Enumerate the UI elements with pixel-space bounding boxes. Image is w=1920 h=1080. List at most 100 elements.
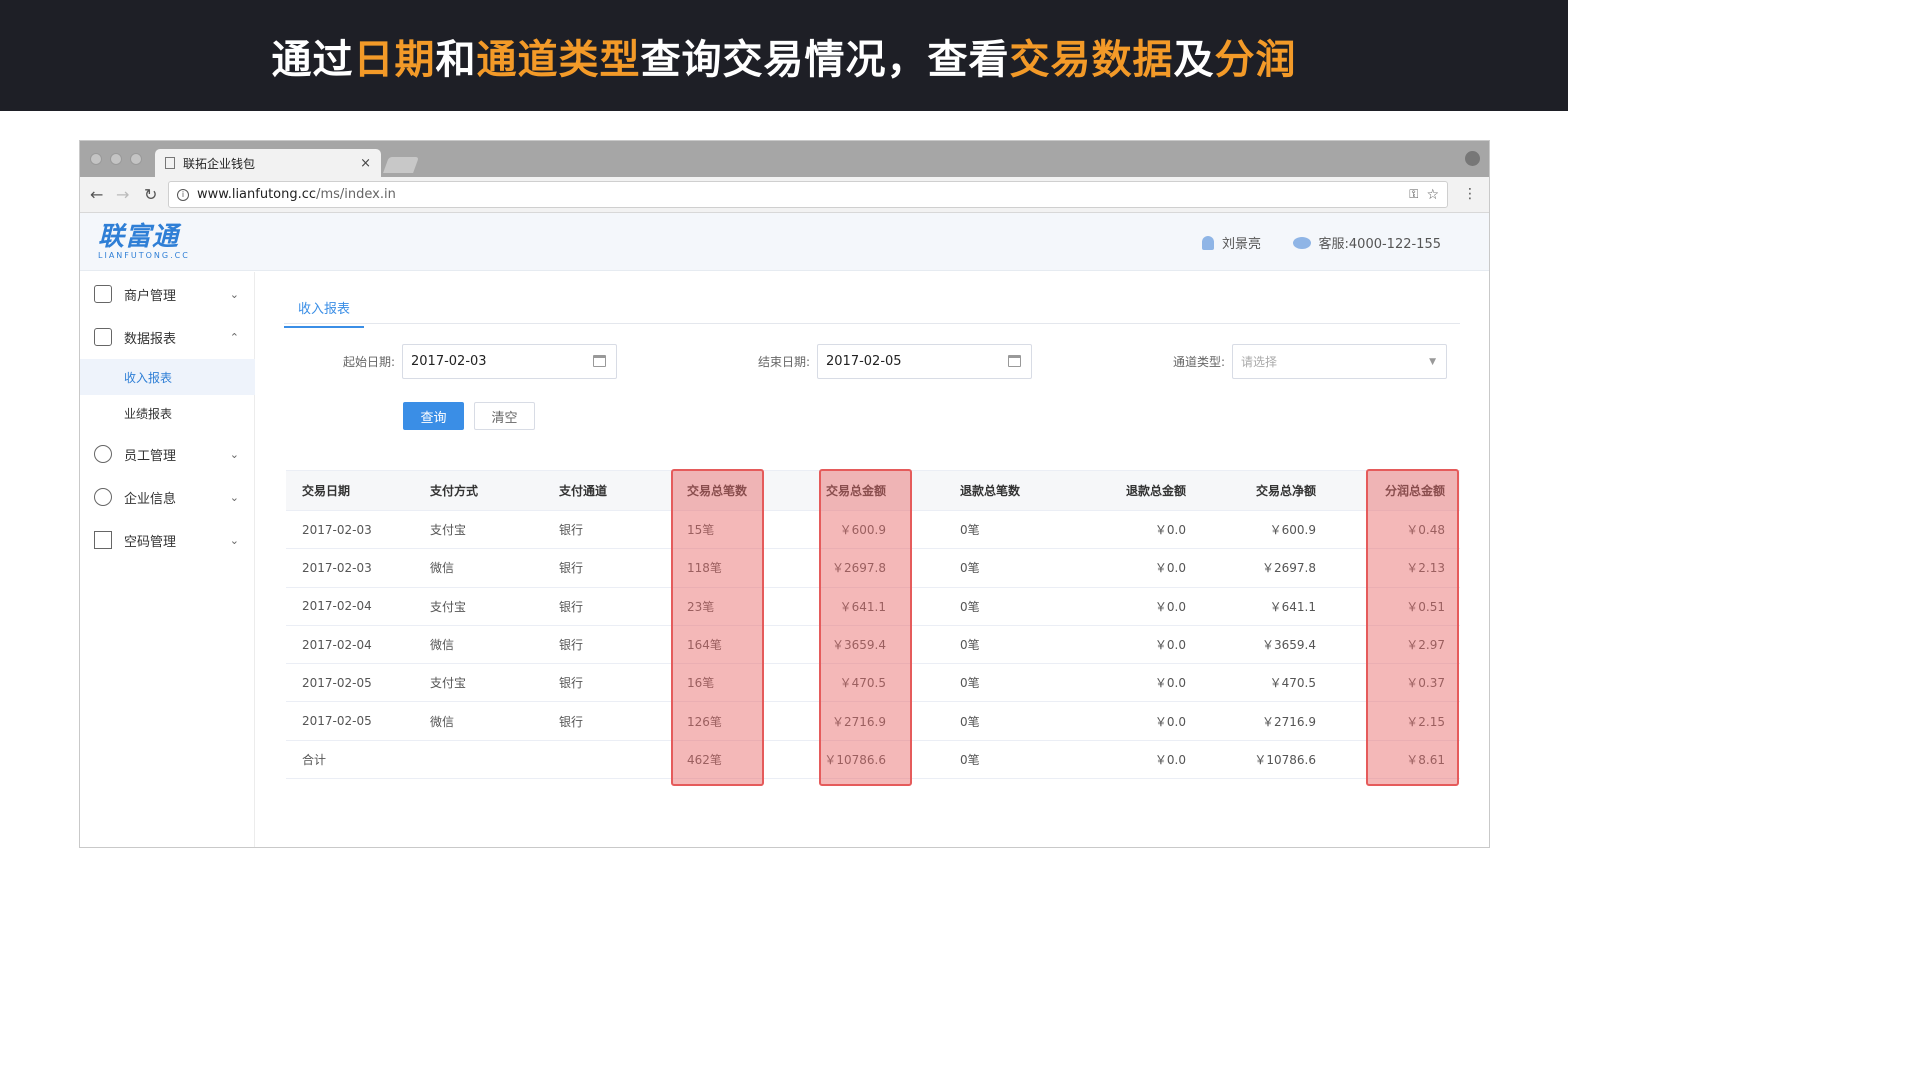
chevron-up-icon: ⌃ [229, 330, 239, 344]
cell-col-channel: 银行 [559, 638, 584, 653]
cell-col-refund-amount: ￥0.0 [1154, 676, 1186, 691]
headset-icon [1292, 236, 1311, 249]
banner-part: 查询交易情况，查看 [640, 36, 1010, 83]
profile-icon[interactable] [1465, 151, 1480, 166]
chevron-down-icon: ⌄ [229, 490, 239, 504]
channel-type-select[interactable]: 请选择 ▼ [1232, 344, 1447, 379]
cell-col-date: 2017-02-05 [302, 675, 372, 690]
back-arrow-icon[interactable]: ← [90, 185, 103, 204]
sidebar-item-label: 员工管理 [124, 448, 177, 464]
sidebar-item-staff[interactable]: 员工管理 ⌄ [80, 434, 255, 474]
forward-arrow-icon[interactable]: → [116, 185, 129, 204]
company-icon [94, 488, 112, 506]
highlight-transaction-amount-column [819, 469, 912, 786]
promo-banner: 通过日期和通道类型查询交易情况，查看交易数据及分润 [0, 0, 1568, 111]
user-icon [1201, 235, 1214, 250]
chevron-down-icon: ⌄ [229, 447, 239, 461]
banner-headline: 通过日期和通道类型查询交易情况，查看交易数据及分润 [272, 27, 1297, 85]
header-col-net-amount: 交易总净额 [1255, 484, 1316, 498]
cell-col-refund-count: 0笔 [960, 676, 980, 691]
user-menu[interactable]: 刘景亮 [1201, 233, 1261, 252]
chevron-down-icon: ⌄ [229, 287, 239, 301]
cell-col-net-amount: ￥2716.9 [1262, 714, 1316, 729]
cell-col-date: 2017-02-04 [302, 599, 372, 614]
cell-col-channel: 银行 [559, 676, 584, 691]
cell-col-channel: 银行 [559, 599, 584, 614]
caret-down-icon: ▼ [1429, 357, 1436, 367]
header-col-date: 交易日期 [302, 484, 351, 498]
window-zoom-light[interactable] [130, 153, 142, 165]
info-icon[interactable]: i [177, 188, 189, 201]
cell-col-net-amount: ￥3659.4 [1262, 638, 1316, 653]
service-phone: 客服:4000-122-155 [1318, 237, 1441, 252]
cell-col-channel: 银行 [559, 523, 584, 538]
new-tab-button[interactable] [383, 157, 419, 173]
browser-window: 联拓企业钱包 × ← → ↻ i www.lianfutong.cc/ms/in… [79, 140, 1490, 848]
banner-part: 和 [435, 36, 477, 83]
sidebar-item-merchant[interactable]: 商户管理 ⌄ [80, 274, 255, 314]
tab-close-icon[interactable]: × [360, 156, 371, 171]
cell-col-net-amount: ￥470.5 [1269, 676, 1316, 691]
window-minimize-light[interactable] [110, 153, 122, 165]
cell-col-date: 2017-02-04 [302, 637, 372, 652]
header-col-refund-count: 退款总笔数 [960, 484, 1021, 498]
cell-col-channel: 银行 [559, 714, 584, 729]
page-icon [165, 157, 175, 169]
customer-service: 客服:4000-122-155 [1292, 233, 1441, 252]
url-input[interactable]: i www.lianfutong.cc/ms/index.in ⚿ ☆ [168, 181, 1448, 208]
url-path: /ms/index.in [316, 187, 396, 202]
highlight-profit-share-column [1366, 469, 1459, 786]
start-date-picker[interactable]: 2017-02-03 [402, 344, 617, 379]
user-name: 刘景亮 [1221, 237, 1261, 252]
sidebar-item-label: 空码管理 [124, 534, 177, 550]
chart-icon [94, 328, 112, 346]
cell-col-net-amount: ￥2697.8 [1262, 561, 1316, 576]
home-icon [94, 285, 112, 303]
browser-menu-icon[interactable]: ⋮ [1463, 186, 1477, 202]
key-icon[interactable]: ⚿ [1409, 187, 1418, 202]
cell-col-date: 2017-02-03 [302, 522, 372, 537]
cell-col-refund-amount: ￥0.0 [1154, 561, 1186, 576]
end-date-picker[interactable]: 2017-02-05 [817, 344, 1032, 379]
main-content: 收入报表 起始日期: 2017-02-03 结束日期: 2017-02-05 通… [256, 272, 1489, 847]
clear-button[interactable]: 清空 [474, 402, 535, 430]
chevron-down-icon: ⌄ [229, 533, 239, 547]
window-close-light[interactable] [90, 153, 102, 165]
cell-col-refund-count: 0笔 [960, 599, 980, 614]
banner-part: 及 [1173, 36, 1215, 83]
sidebar-subitem-performance-report[interactable]: 业绩报表 [80, 395, 255, 431]
sidebar-subitem-income-report[interactable]: 收入报表 [80, 359, 255, 395]
start-date-value: 2017-02-03 [411, 354, 487, 369]
sidebar-item-label: 商户管理 [124, 288, 177, 304]
sidebar-item-company[interactable]: 企业信息 ⌄ [80, 477, 255, 517]
calendar-icon [593, 355, 606, 367]
reload-icon[interactable]: ↻ [144, 185, 157, 204]
channel-type-label: 通道类型: [1173, 355, 1226, 369]
cell-col-refund-count: 0笔 [960, 523, 980, 538]
sidebar-item-qrcode[interactable]: 空码管理 ⌄ [80, 520, 255, 560]
sidebar-item-reports[interactable]: 数据报表 ⌃ [80, 317, 255, 357]
cell-col-net-amount: ￥10786.6 [1254, 752, 1316, 767]
highlight-transaction-count-column [671, 469, 764, 786]
cell-col-refund-amount: ￥0.0 [1154, 599, 1186, 614]
browser-tab[interactable]: 联拓企业钱包 × [155, 149, 381, 177]
calendar-icon [1008, 355, 1021, 367]
banner-highlight: 交易数据 [1009, 36, 1174, 83]
tab-title: 联拓企业钱包 [183, 156, 256, 171]
sidebar-item-label: 数据报表 [124, 331, 177, 347]
cell-col-refund-amount: ￥0.0 [1154, 752, 1186, 767]
cell-col-pay-method: 支付宝 [430, 599, 467, 614]
app-header: 联富通 LIANFUTONG.CC 刘景亮 客服:4000-122-155 [80, 213, 1489, 271]
cell-col-refund-count: 0笔 [960, 714, 980, 729]
cell-col-refund-amount: ￥0.0 [1154, 638, 1186, 653]
header-col-pay-method: 支付方式 [430, 484, 479, 498]
query-button[interactable]: 查询 [403, 402, 464, 430]
logo[interactable]: 联富通 LIANFUTONG.CC [98, 223, 190, 260]
logo-wordmark: 联富通 [98, 222, 180, 252]
cell-col-pay-method [430, 741, 540, 778]
bookmark-star-icon[interactable]: ☆ [1426, 187, 1439, 203]
tab-divider [284, 323, 1460, 324]
cell-col-refund-count: 0笔 [960, 561, 980, 576]
cell-col-pay-method: 微信 [430, 561, 455, 576]
cell-col-refund-amount: ￥0.0 [1154, 523, 1186, 538]
